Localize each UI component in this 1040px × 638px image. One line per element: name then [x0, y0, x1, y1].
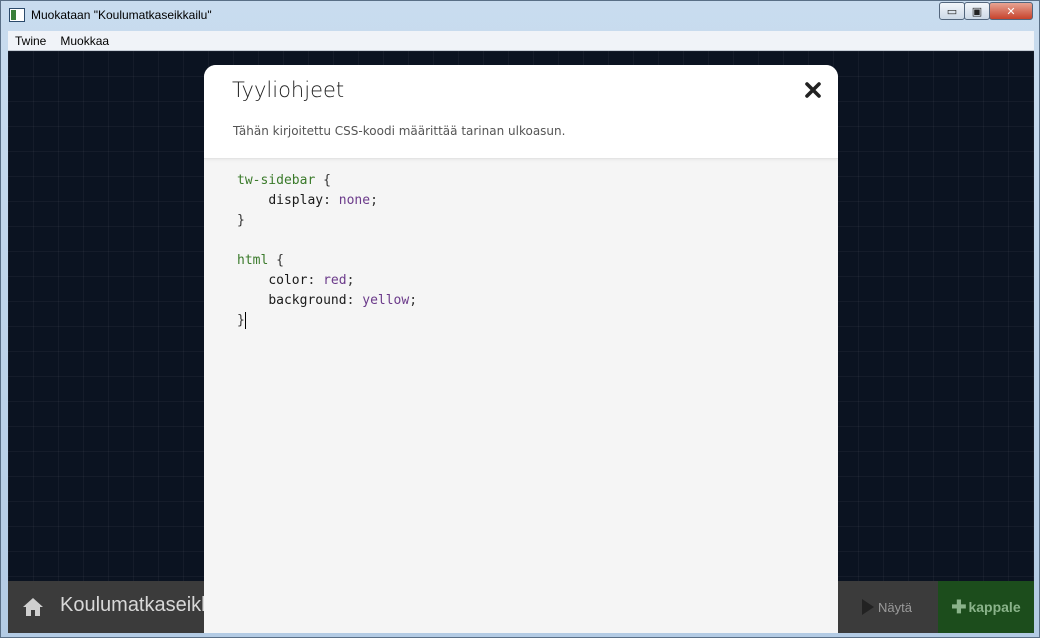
title-bar[interactable]: Muokataan "Koulumatkaseikkailu" ▭ ▣ ✕ [1, 1, 1039, 29]
css-value: red [323, 273, 347, 288]
dialog-description: Tähän kirjoitettu CSS-koodi määrittää ta… [233, 124, 566, 138]
css-brace: } [237, 313, 245, 328]
window-controls: ▭ ▣ ✕ [939, 2, 1033, 20]
code-line: background: yellow; [268, 293, 418, 308]
text-caret [244, 312, 246, 329]
code-line: tw-sidebar { [237, 171, 417, 191]
window-title: Muokataan "Koulumatkaseikkailu" [31, 8, 212, 22]
css-brace: } [237, 213, 245, 228]
css-brace: { [268, 253, 284, 268]
app-icon [9, 8, 25, 22]
code-line: } [237, 211, 417, 231]
close-icon[interactable] [804, 81, 822, 99]
app-window: Muokataan "Koulumatkaseikkailu" ▭ ▣ ✕ Tw… [0, 0, 1040, 638]
css-selector: html [237, 253, 269, 268]
menu-item-twine[interactable]: Twine [8, 34, 53, 48]
code-line: } [237, 311, 417, 331]
menu-bar: Twine Muokkaa [8, 31, 1034, 51]
minimize-icon: ▭ [946, 4, 958, 18]
dialog-header: Tyyliohjeet Tähän kirjoitettu CSS-koodi … [204, 65, 838, 159]
dialog-title: Tyyliohjeet [232, 78, 345, 102]
css-property: background [268, 293, 347, 308]
css-property: display [268, 193, 324, 208]
add-passage-label: kappale [968, 599, 1021, 615]
play-icon [862, 599, 875, 615]
css-brace: { [315, 173, 331, 188]
code-line: display: none; [268, 193, 378, 208]
view-story-button[interactable]: Näytä [836, 581, 938, 633]
stylesheet-dialog: Tyyliohjeet Tähän kirjoitettu CSS-koodi … [204, 65, 838, 633]
code-line: html { [237, 251, 417, 271]
close-window-button[interactable]: ✕ [989, 2, 1033, 20]
code-line: color: red; [268, 273, 355, 288]
css-code-editor[interactable]: tw-sidebar { display: none; } html { col… [237, 171, 417, 331]
menu-item-muokkaa[interactable]: Muokkaa [53, 34, 116, 48]
css-selector: tw-sidebar [237, 173, 316, 188]
css-property: color [268, 273, 308, 288]
close-window-icon: ✕ [1006, 4, 1016, 18]
css-value: none [338, 193, 371, 208]
view-story-label: Näytä [878, 599, 912, 615]
maximize-icon: ▣ [971, 4, 983, 18]
minimize-button[interactable]: ▭ [939, 2, 965, 20]
home-icon[interactable] [22, 597, 44, 617]
css-value: yellow [362, 293, 410, 308]
maximize-button[interactable]: ▣ [964, 2, 990, 20]
add-passage-button[interactable]: ✚ kappale [938, 581, 1034, 633]
plus-icon: ✚ [951, 596, 967, 617]
